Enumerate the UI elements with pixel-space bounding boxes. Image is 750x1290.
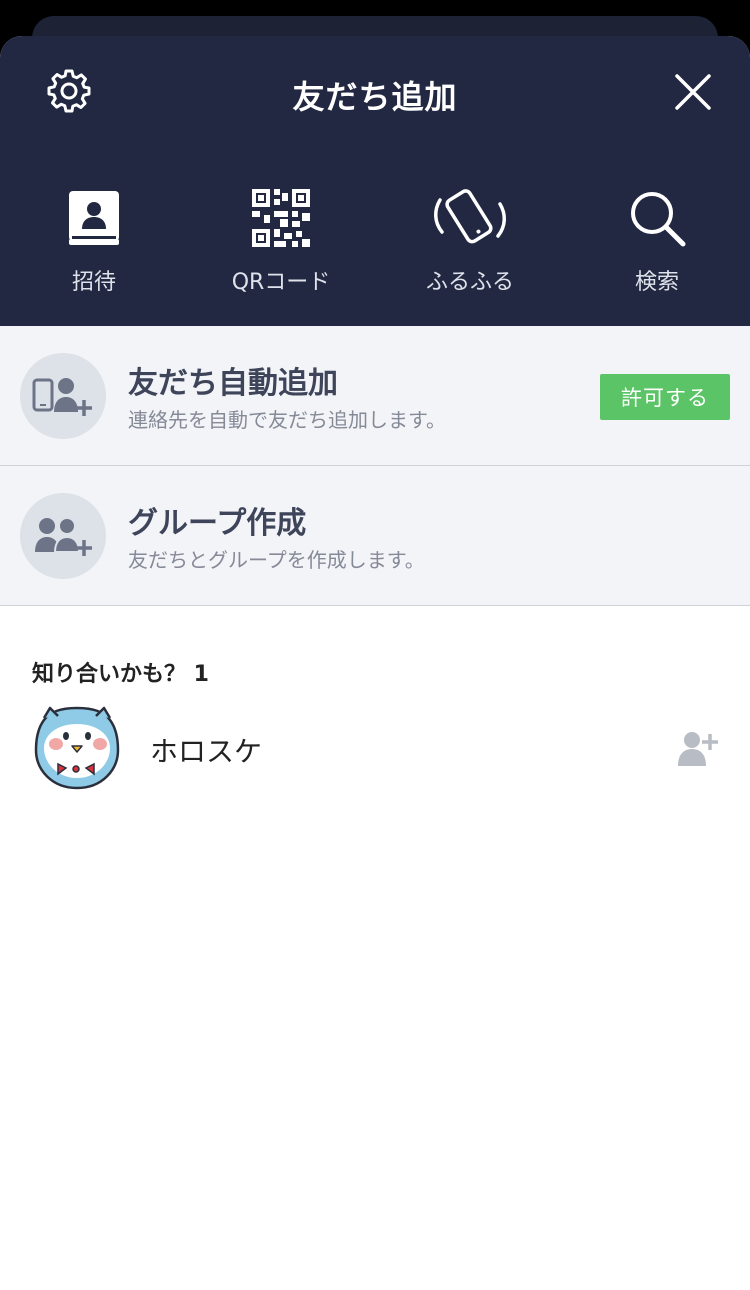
friend-name: ホロスケ (150, 735, 263, 768)
avatar (30, 704, 124, 794)
page-title: 友だち追加 (292, 78, 458, 116)
search-icon (582, 186, 732, 250)
create-group-row[interactable]: グループ作成 友だちとグループを作成します。 (0, 466, 750, 606)
qr-code-icon (206, 186, 356, 250)
qr-code-button[interactable]: QRコード (206, 186, 356, 296)
shake-phone-icon (395, 186, 545, 250)
auto-add-title: 友だち自動追加 (128, 366, 338, 401)
search-label: 検索 (634, 270, 679, 295)
auto-add-icon (20, 353, 106, 439)
create-group-title: グループ作成 (128, 506, 307, 541)
invite-label: 招待 (71, 270, 116, 295)
create-group-subtitle: 友だちとグループを作成します。 (128, 548, 425, 572)
list-item[interactable]: ホロスケ (0, 704, 750, 794)
auto-add-friends-row[interactable]: 友だち自動追加 連絡先を自動で友だち追加します。 許可する (0, 326, 750, 466)
suggestions-heading: 知り合いかも？ 1 (32, 662, 209, 687)
contact-book-icon (19, 186, 169, 250)
add-friend-icon[interactable] (676, 728, 718, 768)
shake-label: ふるふる (425, 270, 514, 295)
search-button[interactable]: 検索 (582, 186, 732, 296)
allow-button[interactable]: 許可する (600, 374, 730, 420)
add-friend-sheet: 友だち追加 招待 QRコード ふるふる 検索 友だち自動追加 連絡先を自動で友だ… (0, 36, 750, 1290)
header: 友だち追加 招待 QRコード ふるふる 検索 (0, 36, 750, 326)
shake-button[interactable]: ふるふる (395, 186, 545, 296)
auto-add-subtitle: 連絡先を自動で友だち追加します。 (128, 408, 446, 432)
invite-button[interactable]: 招待 (19, 186, 169, 296)
qr-code-label: QRコード (231, 270, 331, 295)
create-group-icon (20, 493, 106, 579)
close-icon[interactable] (672, 71, 714, 113)
